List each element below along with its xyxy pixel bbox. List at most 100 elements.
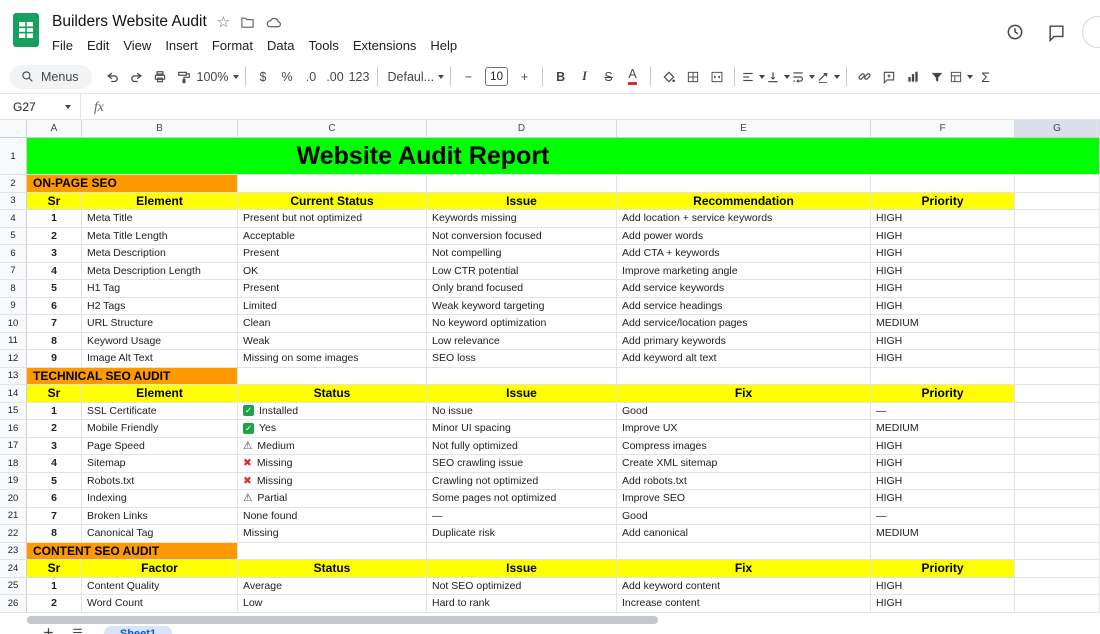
cell[interactable]: HIGH [871, 262, 1015, 280]
row-header-12[interactable]: 12 [0, 350, 27, 368]
cell[interactable]: Improve marketing angle [617, 262, 871, 280]
cell[interactable]: — [427, 507, 617, 525]
cell[interactable]: Add canonical [617, 525, 871, 543]
avatar[interactable] [1082, 16, 1100, 48]
row-header-11[interactable]: 11 [0, 332, 27, 350]
cell[interactable] [1015, 210, 1100, 228]
font-size-field[interactable]: 10 [485, 67, 509, 86]
cell[interactable] [1015, 332, 1100, 350]
cell[interactable] [1015, 595, 1100, 613]
formula-input[interactable] [118, 94, 1100, 119]
document-title[interactable]: Builders Website Audit [52, 13, 207, 31]
bold-button[interactable]: B [549, 65, 572, 89]
table-header-cell[interactable]: Status [238, 385, 427, 403]
cell[interactable]: Clean [238, 315, 427, 333]
cell[interactable]: Duplicate risk [427, 525, 617, 543]
cell[interactable]: Acceptable [238, 227, 427, 245]
decrease-decimal-button[interactable]: .0 [300, 65, 323, 89]
row-header-14[interactable]: 14 [0, 385, 27, 403]
cell[interactable]: ⚠ Medium [238, 437, 427, 455]
cell[interactable] [1015, 262, 1100, 280]
menu-tools[interactable]: Tools [301, 36, 345, 55]
row-header-15[interactable]: 15 [0, 402, 27, 420]
column-header-a[interactable]: A [27, 120, 82, 138]
sr-cell[interactable]: 4 [27, 455, 82, 473]
cell[interactable]: Improve SEO [617, 490, 871, 508]
row-header-3[interactable]: 3 [0, 192, 27, 210]
cell[interactable] [871, 367, 1015, 385]
cell[interactable]: Add CTA + keywords [617, 245, 871, 263]
cell[interactable]: HIGH [871, 280, 1015, 298]
cell[interactable]: Limited [238, 297, 427, 315]
cell[interactable]: Add service headings [617, 297, 871, 315]
row-header-23[interactable]: 23 [0, 542, 27, 560]
cell[interactable]: HIGH [871, 490, 1015, 508]
cell[interactable] [1015, 402, 1100, 420]
cell[interactable]: HIGH [871, 210, 1015, 228]
cell[interactable]: Keyword Usage [82, 332, 238, 350]
cell[interactable]: Good [617, 402, 871, 420]
table-header-cell[interactable]: Status [238, 560, 427, 578]
cell[interactable]: Not fully optimized [427, 437, 617, 455]
sr-cell[interactable]: 6 [27, 490, 82, 508]
font-dropdown[interactable]: Defaul... [384, 65, 445, 89]
cell[interactable]: Missing [238, 525, 427, 543]
cell[interactable]: HIGH [871, 297, 1015, 315]
insert-comment-button[interactable] [877, 65, 900, 89]
column-header-b[interactable]: B [82, 120, 238, 138]
row-header-25[interactable]: 25 [0, 577, 27, 595]
cell[interactable]: Add primary keywords [617, 332, 871, 350]
add-sheet-icon[interactable] [42, 626, 55, 634]
cell[interactable]: Not compelling [427, 245, 617, 263]
sr-cell[interactable]: 2 [27, 595, 82, 613]
undo-button[interactable] [101, 65, 124, 89]
cell[interactable] [238, 542, 427, 560]
cell[interactable]: ✓ Yes [238, 420, 427, 438]
cell[interactable]: HIGH [871, 577, 1015, 595]
cell[interactable] [1015, 420, 1100, 438]
paint-format-button[interactable] [173, 65, 196, 89]
row-header-4[interactable]: 4 [0, 210, 27, 228]
table-header-cell[interactable]: Issue [427, 192, 617, 210]
cell[interactable]: Add robots.txt [617, 472, 871, 490]
horizontal-align-dropdown[interactable] [741, 65, 766, 89]
sr-cell[interactable]: 3 [27, 437, 82, 455]
cell[interactable] [617, 175, 871, 193]
redo-button[interactable] [125, 65, 148, 89]
row-header-17[interactable]: 17 [0, 437, 27, 455]
sr-cell[interactable]: 1 [27, 402, 82, 420]
cell[interactable]: Minor UI spacing [427, 420, 617, 438]
cell[interactable]: Missing on some images [238, 350, 427, 368]
format-currency-button[interactable]: $ [252, 65, 275, 89]
increase-decimal-button[interactable]: .00 [324, 65, 347, 89]
cell[interactable]: Add location + service keywords [617, 210, 871, 228]
cell[interactable]: ✖ Missing [238, 472, 427, 490]
sheet-tab[interactable]: Sheet1 [104, 625, 173, 634]
cell[interactable]: Meta Title Length [82, 227, 238, 245]
cell[interactable]: ✖ Missing [238, 455, 427, 473]
cell[interactable]: Low relevance [427, 332, 617, 350]
menu-format[interactable]: Format [205, 36, 260, 55]
row-header-5[interactable]: 5 [0, 227, 27, 245]
cell[interactable]: SEO loss [427, 350, 617, 368]
cell[interactable]: HIGH [871, 595, 1015, 613]
cell[interactable]: Keywords missing [427, 210, 617, 228]
cell[interactable]: Compress images [617, 437, 871, 455]
cell[interactable]: None found [238, 507, 427, 525]
table-header-cell[interactable]: Current Status [238, 192, 427, 210]
column-header-c[interactable]: C [238, 120, 427, 138]
table-header-cell[interactable]: Factor [82, 560, 238, 578]
cell[interactable]: Low [238, 595, 427, 613]
column-header-f[interactable]: F [871, 120, 1015, 138]
column-header-g[interactable]: G [1015, 120, 1100, 138]
cell[interactable]: Good [617, 507, 871, 525]
cell[interactable]: Present but not optimized [238, 210, 427, 228]
cell[interactable] [1015, 577, 1100, 595]
cell[interactable]: MEDIUM [871, 315, 1015, 333]
cell[interactable]: Crawling not optimized [427, 472, 617, 490]
cell[interactable] [1015, 455, 1100, 473]
row-header-18[interactable]: 18 [0, 455, 27, 473]
zoom-dropdown[interactable]: 100% [197, 65, 239, 89]
cell[interactable]: Content Quality [82, 577, 238, 595]
cell[interactable] [1015, 315, 1100, 333]
